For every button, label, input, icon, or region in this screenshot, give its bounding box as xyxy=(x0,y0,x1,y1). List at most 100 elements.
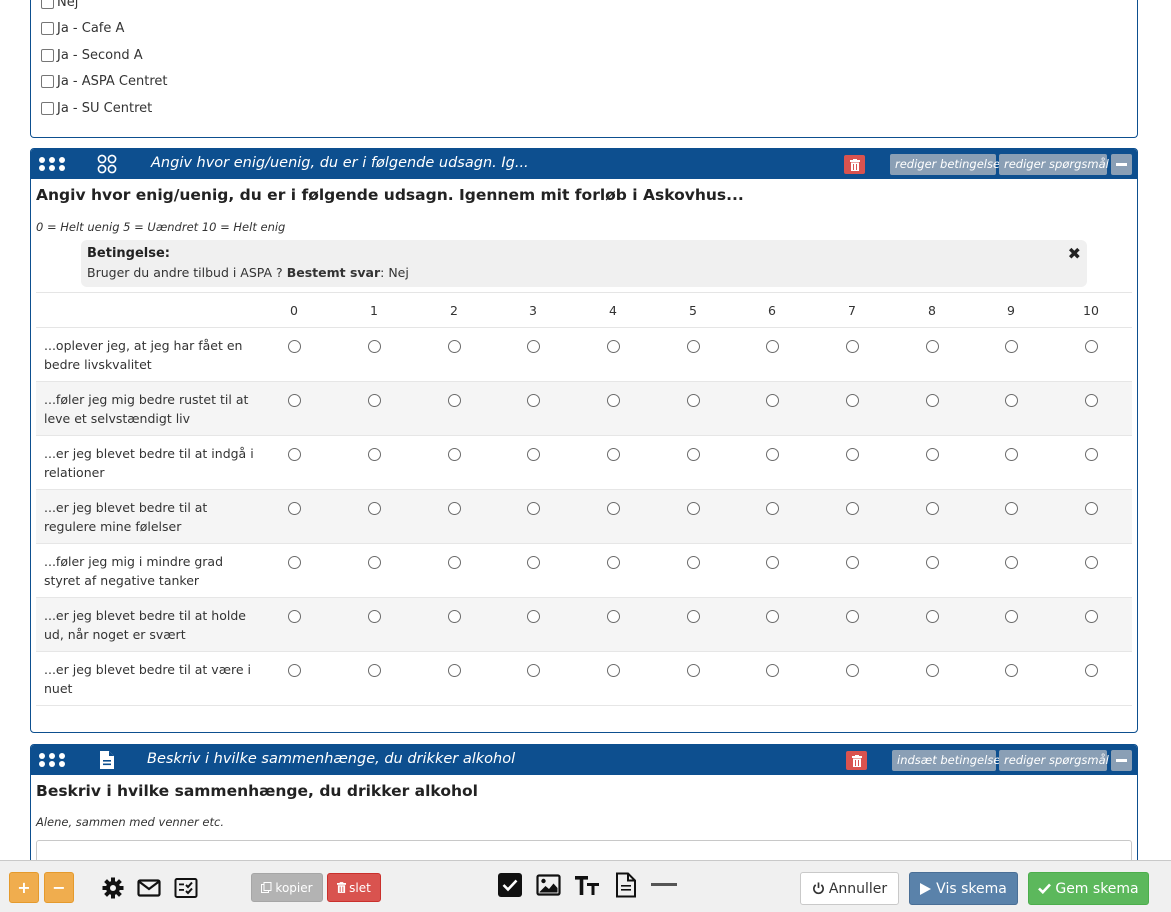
matrix-radio[interactable] xyxy=(845,340,859,353)
matrix-radio[interactable] xyxy=(765,556,779,569)
matrix-radio[interactable] xyxy=(845,610,859,623)
matrix-radio[interactable] xyxy=(447,394,461,407)
matrix-radio[interactable] xyxy=(367,448,381,461)
collapse-button[interactable] xyxy=(1111,750,1132,771)
matrix-radio[interactable] xyxy=(287,610,301,623)
matrix-radio[interactable] xyxy=(845,394,859,407)
matrix-radio[interactable] xyxy=(1004,448,1018,461)
matrix-radio[interactable] xyxy=(526,502,540,515)
matrix-radio[interactable] xyxy=(1084,556,1098,569)
matrix-radio[interactable] xyxy=(765,448,779,461)
matrix-radio[interactable] xyxy=(287,664,301,677)
matrix-radio[interactable] xyxy=(1084,448,1098,461)
option-row[interactable]: Ja - SU Centret xyxy=(41,95,168,122)
matrix-radio[interactable] xyxy=(765,610,779,623)
insert-condition-button[interactable]: indsæt betingelse xyxy=(892,750,1000,771)
option-row[interactable]: Ja - ASPA Centret xyxy=(41,69,168,96)
matrix-radio[interactable] xyxy=(447,556,461,569)
cancel-button[interactable]: Annuller xyxy=(800,872,899,905)
delete-question-button[interactable] xyxy=(844,155,865,174)
drag-handle-icon[interactable] xyxy=(39,753,65,767)
matrix-radio[interactable] xyxy=(765,394,779,407)
option-checkbox[interactable] xyxy=(41,101,54,115)
matrix-radio[interactable] xyxy=(925,340,939,353)
matrix-radio[interactable] xyxy=(765,502,779,515)
option-checkbox[interactable] xyxy=(41,0,54,9)
edit-question-button[interactable]: rediger spørgsmål xyxy=(999,750,1109,771)
matrix-radio[interactable] xyxy=(1084,502,1098,515)
gear-icon[interactable] xyxy=(101,876,125,900)
drag-handle-icon[interactable] xyxy=(39,157,65,171)
matrix-radio[interactable] xyxy=(765,664,779,677)
matrix-radio[interactable] xyxy=(845,556,859,569)
checklist-icon[interactable] xyxy=(174,876,198,900)
remove-button[interactable]: − xyxy=(44,872,74,903)
option-row[interactable]: Ja - Cafe A xyxy=(41,16,168,43)
matrix-radio[interactable] xyxy=(686,394,700,407)
matrix-radio[interactable] xyxy=(287,340,301,353)
text-size-icon[interactable] xyxy=(574,873,600,897)
matrix-radio[interactable] xyxy=(686,502,700,515)
matrix-radio[interactable] xyxy=(526,610,540,623)
matrix-radio[interactable] xyxy=(287,502,301,515)
matrix-radio[interactable] xyxy=(447,610,461,623)
matrix-radio[interactable] xyxy=(1004,664,1018,677)
matrix-radio[interactable] xyxy=(606,610,620,623)
matrix-radio[interactable] xyxy=(1004,610,1018,623)
close-condition-icon[interactable]: ✖ xyxy=(1068,244,1081,263)
matrix-radio[interactable] xyxy=(1004,502,1018,515)
matrix-radio[interactable] xyxy=(606,448,620,461)
divider-icon[interactable] xyxy=(651,883,677,886)
matrix-radio[interactable] xyxy=(1004,556,1018,569)
edit-condition-button[interactable]: rediger betingelse xyxy=(890,154,1000,175)
matrix-radio[interactable] xyxy=(686,610,700,623)
matrix-radio[interactable] xyxy=(925,610,939,623)
matrix-radio[interactable] xyxy=(845,448,859,461)
collapse-button[interactable] xyxy=(1111,154,1132,175)
edit-question-button[interactable]: rediger spørgsmål xyxy=(999,154,1109,175)
matrix-radio[interactable] xyxy=(1004,340,1018,353)
matrix-radio[interactable] xyxy=(526,394,540,407)
matrix-radio[interactable] xyxy=(447,448,461,461)
matrix-radio[interactable] xyxy=(287,394,301,407)
matrix-radio[interactable] xyxy=(606,340,620,353)
matrix-radio[interactable] xyxy=(1084,610,1098,623)
matrix-radio[interactable] xyxy=(367,394,381,407)
matrix-radio[interactable] xyxy=(367,664,381,677)
option-checkbox[interactable] xyxy=(41,48,54,62)
matrix-radio[interactable] xyxy=(925,394,939,407)
matrix-radio[interactable] xyxy=(606,664,620,677)
matrix-radio[interactable] xyxy=(925,502,939,515)
matrix-radio[interactable] xyxy=(367,610,381,623)
matrix-radio[interactable] xyxy=(606,502,620,515)
matrix-radio[interactable] xyxy=(447,502,461,515)
matrix-radio[interactable] xyxy=(447,340,461,353)
document-icon[interactable] xyxy=(615,872,637,898)
image-icon[interactable] xyxy=(536,873,561,897)
copy-button[interactable]: kopier xyxy=(251,873,323,902)
matrix-radio[interactable] xyxy=(686,340,700,353)
option-checkbox[interactable] xyxy=(41,75,54,89)
matrix-radio[interactable] xyxy=(686,448,700,461)
option-checkbox[interactable] xyxy=(41,22,54,36)
matrix-radio[interactable] xyxy=(367,556,381,569)
matrix-radio[interactable] xyxy=(925,664,939,677)
matrix-radio[interactable] xyxy=(367,502,381,515)
matrix-radio[interactable] xyxy=(765,340,779,353)
matrix-radio[interactable] xyxy=(526,556,540,569)
matrix-radio[interactable] xyxy=(845,502,859,515)
matrix-radio[interactable] xyxy=(686,556,700,569)
matrix-radio[interactable] xyxy=(1084,340,1098,353)
save-button[interactable]: Gem skema xyxy=(1028,872,1149,905)
matrix-radio[interactable] xyxy=(686,664,700,677)
mail-icon[interactable] xyxy=(137,876,161,900)
matrix-radio[interactable] xyxy=(845,664,859,677)
matrix-radio[interactable] xyxy=(526,664,540,677)
matrix-radio[interactable] xyxy=(1084,394,1098,407)
matrix-radio[interactable] xyxy=(447,664,461,677)
matrix-radio[interactable] xyxy=(925,556,939,569)
matrix-radio[interactable] xyxy=(1004,394,1018,407)
option-row[interactable]: Nej xyxy=(41,0,168,16)
option-row[interactable]: Ja - Second A xyxy=(41,42,168,69)
matrix-radio[interactable] xyxy=(606,394,620,407)
